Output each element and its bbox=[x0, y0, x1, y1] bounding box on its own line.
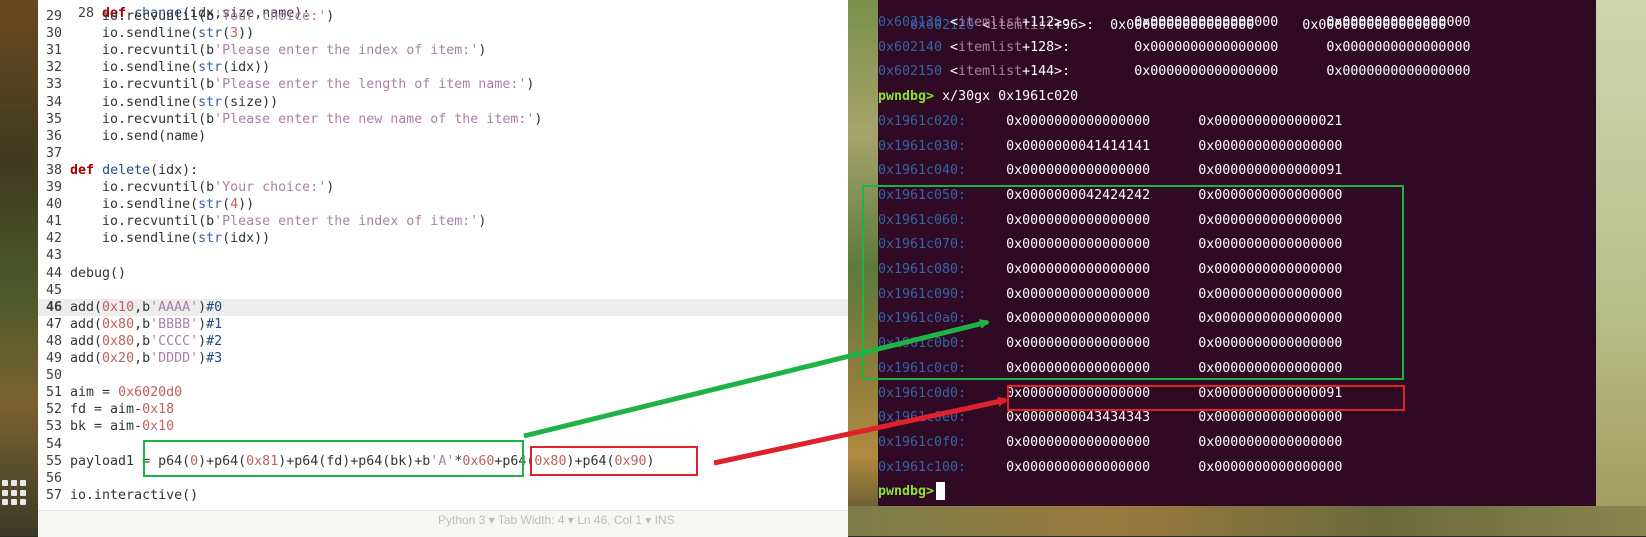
red-arrow bbox=[713, 396, 1008, 466]
annotation-arrows bbox=[523, 319, 1008, 466]
